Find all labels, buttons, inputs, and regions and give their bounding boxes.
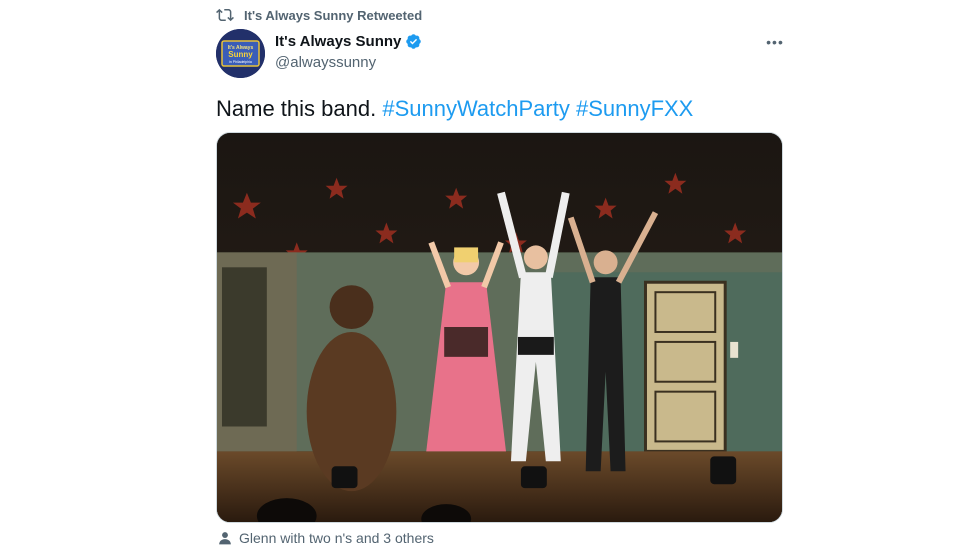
retweet-icon [216,8,234,22]
tweet-text: Name this band. #SunnyWatchParty #SunnyF… [216,96,693,122]
avatar-logo: It's Always Sunny in Philadelphia [216,29,265,78]
verified-badge-icon [406,34,422,49]
more-options-icon[interactable]: ••• [763,32,787,52]
tweet-photo[interactable] [216,132,783,523]
author-handle[interactable]: @alwayssunny [275,54,376,71]
author-name-row[interactable]: It's Always Sunny [275,33,422,50]
tagged-people[interactable]: Glenn with two n's and 3 others [218,530,434,546]
avatar-text-3: in Philadelphia [229,60,252,64]
retweet-label: It's Always Sunny Retweeted [244,7,423,23]
stage-photo [217,133,782,522]
tweet-body: Name this band. [216,96,377,121]
tweet-page: It's Always Sunny Retweeted It's Always … [0,0,976,549]
tagged-label: Glenn with two n's and 3 others [239,530,434,546]
hashtag-sunnywatchparty[interactable]: #SunnyWatchParty [382,96,570,121]
retweet-header[interactable]: It's Always Sunny Retweeted [216,6,422,24]
hashtag-sunnyfxx[interactable]: #SunnyFXX [576,96,693,121]
avatar[interactable]: It's Always Sunny in Philadelphia [216,29,265,78]
author-name[interactable]: It's Always Sunny [275,33,401,50]
person-icon [219,532,231,545]
avatar-text-2: Sunny [228,50,253,59]
